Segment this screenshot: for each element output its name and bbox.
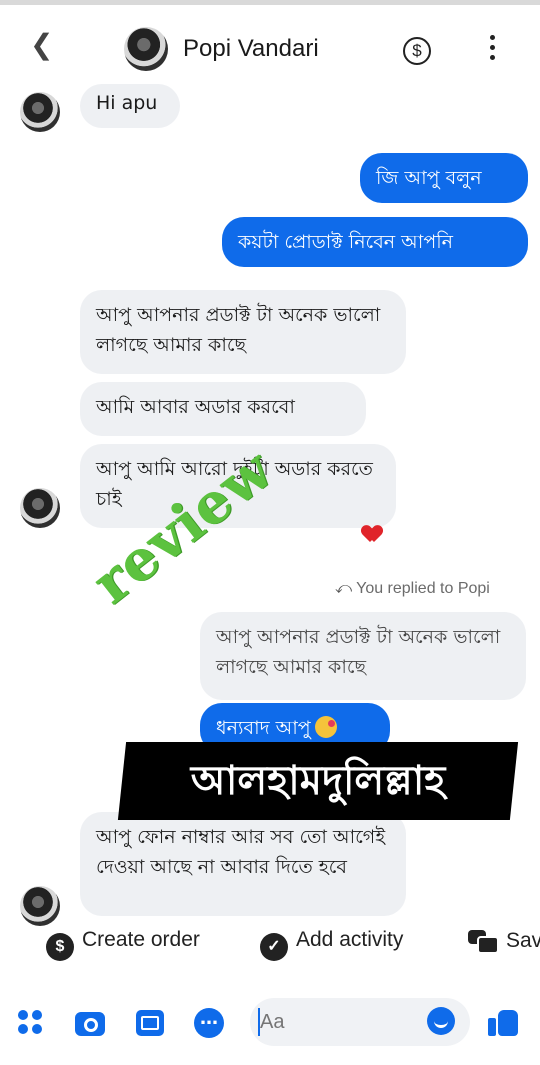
message-input[interactable] <box>260 1006 420 1038</box>
sender-avatar <box>20 488 60 528</box>
message-outgoing[interactable]: জি আপু বলুন <box>360 153 528 203</box>
message-composer: … <box>0 990 540 1060</box>
add-activity-button[interactable]: ✓ Add activity <box>260 928 403 961</box>
message-text: ধন্যবাদ আপু <box>216 717 311 739</box>
contact-name[interactable]: Popi Vandari <box>183 35 319 63</box>
contact-avatar[interactable] <box>124 27 168 71</box>
chat-header: ❮ Popi Vandari $ <box>0 5 540 85</box>
create-order-button[interactable]: $ Create order <box>46 928 200 961</box>
message-incoming[interactable]: আপু ফোন নাম্বার আর সব তো আগেই দেওয়া আছে… <box>80 812 406 916</box>
reply-label: ⤺ You replied to Popi <box>335 580 490 597</box>
heart-reaction-icon[interactable] <box>363 526 381 544</box>
reply-arrow-icon: ⤺ <box>335 580 353 597</box>
camera-icon[interactable] <box>75 1012 105 1036</box>
check-circle-icon: ✓ <box>260 933 288 961</box>
chat-bubbles-icon <box>468 928 499 954</box>
message-incoming[interactable]: আমি আবার অডার করবো <box>80 382 366 436</box>
emoji-icon[interactable] <box>427 1007 455 1035</box>
dollar-circle-icon: $ <box>46 933 74 961</box>
quoted-message[interactable]: আপু আপনার প্রডাক্ট টা অনেক ভালো লাগছে আম… <box>200 612 526 700</box>
dollar-circle-icon[interactable]: $ <box>403 37 431 65</box>
message-outgoing[interactable]: কয়টা প্রোডাক্ট নিবেন আপনি <box>222 217 528 267</box>
chevron-left-icon[interactable]: ❮ <box>30 31 53 59</box>
message-incoming[interactable]: আপু আপনার প্রডাক্ট টা অনেক ভালো লাগছে আম… <box>80 290 406 374</box>
thumbs-up-icon[interactable] <box>488 1006 520 1038</box>
quick-reply-icon[interactable]: … <box>194 1008 224 1038</box>
gallery-icon[interactable] <box>136 1010 164 1036</box>
quick-actions-bar: $Create order ✓Add activity Save <box>0 918 540 974</box>
message-incoming[interactable]: Hi apu <box>80 84 180 128</box>
banner-text: আলহামদুলিল্লাহ <box>190 758 446 804</box>
more-actions-icon[interactable] <box>18 1010 44 1036</box>
kebab-menu-icon[interactable] <box>490 35 496 65</box>
smiling-face-with-hearts-icon <box>314 716 337 738</box>
sender-avatar <box>20 92 60 132</box>
save-button[interactable]: Save <box>468 928 540 954</box>
